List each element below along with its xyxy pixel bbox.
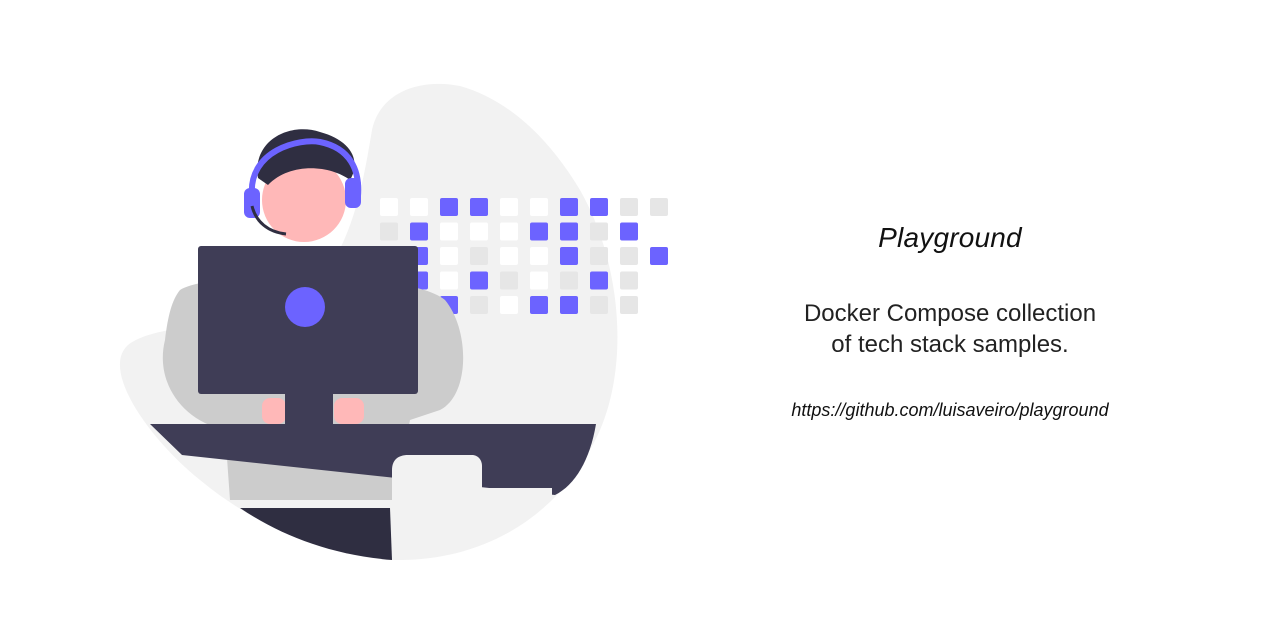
pixel-cell (530, 222, 548, 241)
pixel-cell (620, 222, 638, 241)
pixel-cell (560, 198, 578, 216)
pixel-cell (560, 296, 578, 314)
pixel-cell (410, 198, 428, 216)
pixel-cell (500, 271, 518, 290)
description-line-2: of tech stack samples. (831, 331, 1069, 358)
pixel-cell (590, 222, 608, 241)
pixel-cell (470, 222, 488, 241)
pixel-cell (500, 198, 518, 216)
pixel-cell (560, 271, 578, 290)
pixel-cell (470, 198, 488, 216)
chair (392, 455, 482, 560)
pixel-cell (650, 222, 668, 241)
monitor-stand (285, 394, 333, 426)
pixel-cell (620, 271, 638, 290)
pixel-cell (470, 296, 488, 314)
pixel-cell (530, 296, 548, 314)
pixel-cell (650, 198, 668, 216)
pixel-cell (590, 296, 608, 314)
pixel-cell (410, 222, 428, 241)
social-preview-card: Playground Docker Compose collection of … (0, 0, 1280, 640)
pixel-cell (590, 247, 608, 265)
pixel-cell (590, 271, 608, 290)
monitor-logo-icon (285, 287, 325, 327)
pixel-cell (500, 222, 518, 241)
pixel-cell (620, 198, 638, 216)
pixel-cell (380, 222, 398, 241)
page-title: Playground (878, 222, 1022, 253)
pixel-cell (500, 296, 518, 314)
headset-left-ear-icon (244, 188, 260, 218)
pixel-cell (440, 198, 458, 216)
pixel-cell (440, 271, 458, 290)
pixel-cell (620, 296, 638, 314)
person-left-hand (262, 398, 286, 424)
pixel-cell (560, 247, 578, 265)
pixel-cell (440, 247, 458, 265)
person-right-hand (334, 398, 364, 424)
headset-right-ear-icon (345, 178, 361, 208)
pixel-cell (650, 247, 668, 265)
person-legs (240, 508, 392, 560)
developer-illustration (119, 83, 668, 561)
page-description: Docker Compose collection of tech stack … (690, 298, 1210, 360)
hero-text: Playground Docker Compose collection of … (690, 212, 1210, 421)
repository-link[interactable]: https://github.com/luisaveiro/playground (791, 400, 1108, 421)
pixel-cell (590, 198, 608, 216)
pixel-cell (470, 247, 488, 265)
chair-arm (482, 488, 552, 496)
pixel-cell (500, 247, 518, 265)
pixel-cell (470, 271, 488, 290)
pixel-cell (440, 222, 458, 241)
pixel-cell (380, 198, 398, 216)
pixel-cell (530, 247, 548, 265)
pixel-cell (560, 222, 578, 241)
pixel-cell (620, 247, 638, 265)
pixel-cell (530, 198, 548, 216)
description-line-1: Docker Compose collection (803, 300, 1097, 327)
pixel-cell (530, 271, 548, 290)
